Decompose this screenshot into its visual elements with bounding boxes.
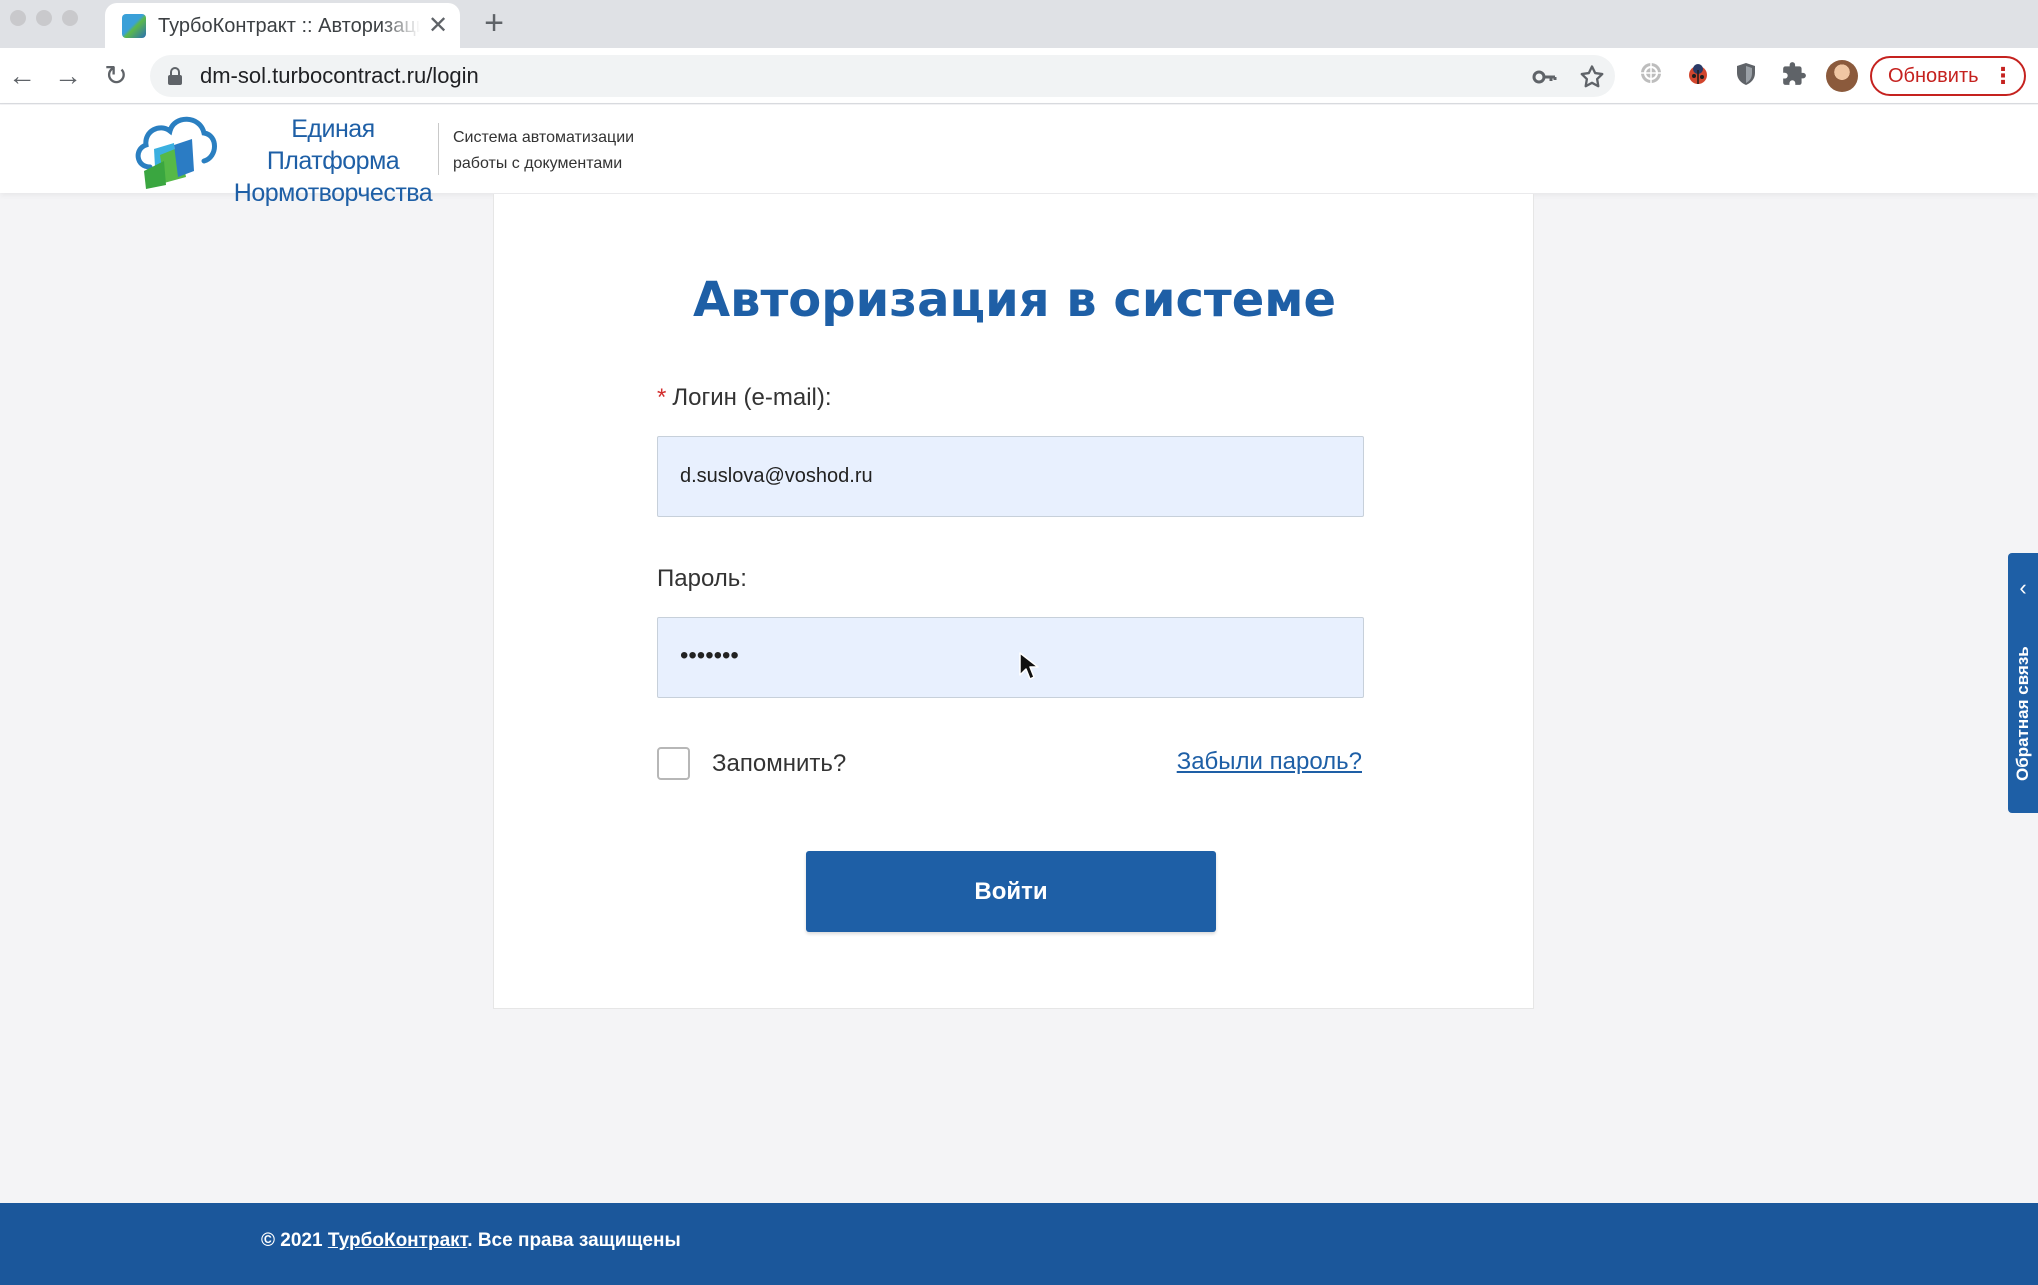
reload-icon[interactable]: ↻ xyxy=(98,58,134,94)
key-icon[interactable] xyxy=(1530,63,1558,91)
tab-title: ТурбоКонтракт :: Авторизация xyxy=(158,15,420,37)
login-button[interactable]: Войти xyxy=(806,851,1216,932)
tab-close-icon[interactable]: ✕ xyxy=(425,13,451,39)
extension-globe-icon[interactable] xyxy=(1636,61,1666,91)
back-arrow-icon[interactable]: ← xyxy=(4,58,40,94)
logo-title-line2: Нормотворчества xyxy=(233,179,433,207)
rights-text: . Все права защищены xyxy=(467,1230,681,1251)
remember-label[interactable]: Запомнить? xyxy=(712,747,846,780)
cloud-books-logo-icon[interactable] xyxy=(130,105,220,189)
turbocontract-favicon-icon xyxy=(122,14,146,38)
email-label: * Логин (e-mail): xyxy=(657,383,832,413)
logo-divider xyxy=(438,123,439,175)
address-bar[interactable]: dm-sol.turbocontract.ru/login xyxy=(150,55,1615,97)
email-label-text: Логин (e-mail): xyxy=(672,384,832,411)
profile-avatar[interactable] xyxy=(1826,60,1858,92)
browser-toolbar: ← → ↻ dm-sol.turbocontract.ru/login Обно… xyxy=(0,48,2038,104)
forward-arrow-icon[interactable]: → xyxy=(50,58,86,94)
logo-subtitle-line2: работы с документами xyxy=(453,155,623,172)
copyright-text: © 2021 xyxy=(261,1230,328,1251)
browser-tab-active[interactable]: ТурбоКонтракт :: Авторизация ✕ xyxy=(105,3,460,48)
required-asterisk: * xyxy=(657,384,667,411)
new-tab-icon[interactable]: + xyxy=(478,6,510,40)
window-minimize-dot[interactable] xyxy=(36,10,52,26)
update-button-label: Обновить xyxy=(1888,65,1979,87)
chevron-left-icon[interactable]: ‹ xyxy=(2008,573,2038,603)
logo-subtitle: Система автоматизации работы с документа… xyxy=(453,125,693,177)
window-close-dot[interactable] xyxy=(10,10,26,26)
remember-checkbox[interactable] xyxy=(657,747,690,780)
password-label: Пароль: xyxy=(657,565,747,592)
password-field[interactable] xyxy=(657,617,1364,698)
url-text[interactable]: dm-sol.turbocontract.ru/login xyxy=(200,63,479,89)
window-zoom-dot[interactable] xyxy=(62,10,78,26)
menu-kebab-icon[interactable]: ⋮ xyxy=(1992,58,2014,94)
site-footer: © 2021 ТурбоКонтракт. Все права защищены xyxy=(0,1203,2038,1285)
forgot-password-link[interactable]: Забыли пароль? xyxy=(1177,747,1362,777)
logo-subtitle-line1: Система автоматизации xyxy=(453,129,635,146)
extension-shield-icon[interactable] xyxy=(1731,61,1761,91)
logo-title: Единая Платформа Нормотворчества xyxy=(228,113,438,209)
extension-ladybug-icon[interactable] xyxy=(1683,61,1713,91)
email-field[interactable] xyxy=(657,436,1364,517)
star-icon[interactable] xyxy=(1578,63,1606,91)
lock-icon[interactable] xyxy=(168,67,182,85)
feedback-side-tab[interactable]: ‹ Обратная связь xyxy=(2008,553,2038,813)
site-header: Единая Платформа Нормотворчества Система… xyxy=(0,105,2038,207)
browser-tab-bar: ТурбоКонтракт :: Авторизация ✕ + xyxy=(0,0,2038,48)
logo-title-line1: Единая Платформа xyxy=(266,115,400,175)
extensions-puzzle-icon[interactable] xyxy=(1779,61,1809,91)
update-browser-button[interactable]: Обновить ⋮ xyxy=(1870,56,2026,96)
login-card: Авторизация в системе *Логин (e-mail): П… xyxy=(493,194,1534,1009)
feedback-label[interactable]: Обратная связь xyxy=(2011,639,2035,789)
page-title: Авторизация в системе xyxy=(692,272,1337,328)
footer-copyright: © 2021 ТурбоКонтракт. Все права защищены xyxy=(261,1227,681,1255)
turbocontract-link[interactable]: ТурбоКонтракт xyxy=(328,1230,467,1251)
